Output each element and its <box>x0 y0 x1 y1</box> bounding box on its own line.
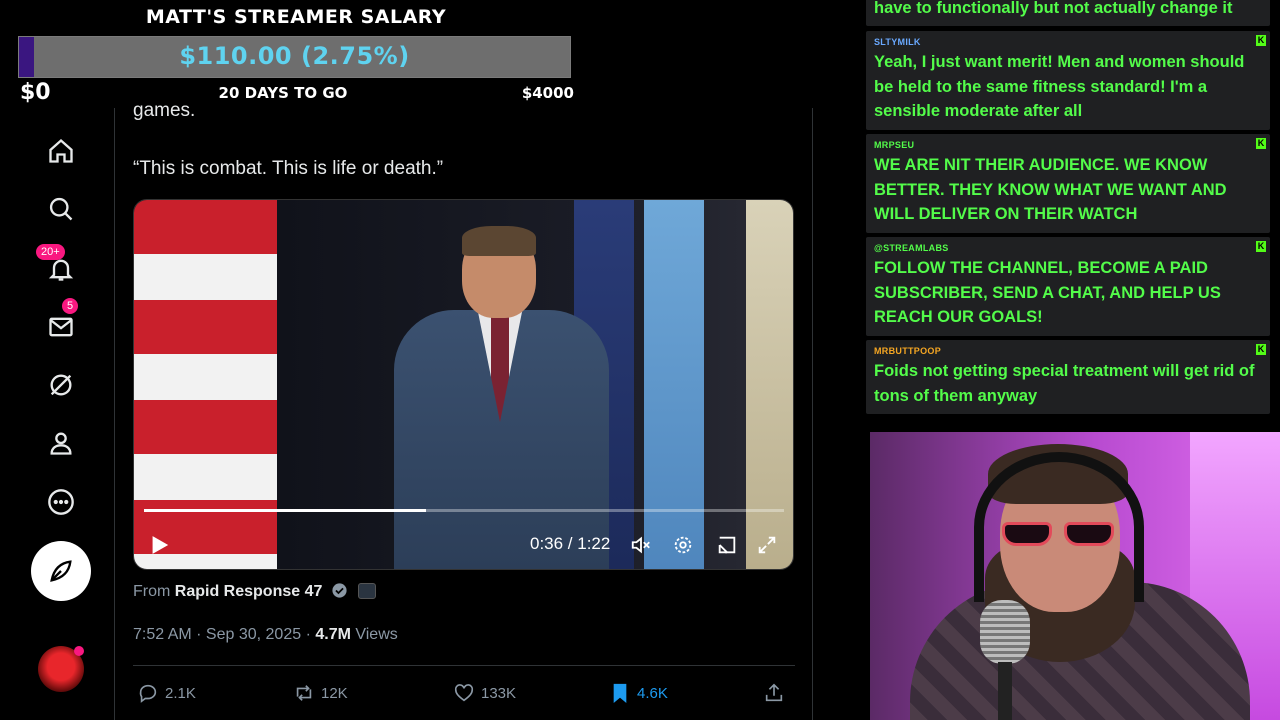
chat-message: SLTYMILK K Yeah, I just want merit! Men … <box>866 31 1270 130</box>
video-controls: 0:36 / 1:22 <box>134 526 793 566</box>
chat-username: MRPSEU <box>874 140 915 150</box>
chat-message-text: FOLLOW THE CHANNEL, BECOME A PAID SUBSCR… <box>874 259 1221 326</box>
bookmark-count: 4.6K <box>637 684 668 702</box>
kick-badge-icon: K <box>1256 344 1266 355</box>
like-button[interactable]: 133K <box>453 682 516 704</box>
x-sidebar-nav: 20+ 5 <box>0 110 114 720</box>
video-player[interactable]: 0:36 / 1:22 <box>133 199 794 570</box>
video-progress-fill <box>144 509 426 512</box>
video-scene-speaker <box>374 226 634 569</box>
chat-message: have to functionally but not actually ch… <box>866 0 1270 26</box>
nav-profile[interactable] <box>40 422 82 464</box>
bookmark-icon <box>613 683 627 704</box>
share-button[interactable] <box>763 682 785 704</box>
video-scene-us-flag <box>134 200 277 569</box>
home-icon <box>49 138 73 163</box>
salary-amount: $110.00 (2.75%) <box>179 42 410 70</box>
play-button[interactable] <box>146 532 172 558</box>
nav-home[interactable] <box>40 130 82 172</box>
profile-icon <box>50 432 72 455</box>
tweet-text-fragment: games. <box>133 100 196 121</box>
microphone <box>980 600 1030 664</box>
gear-icon <box>674 536 692 554</box>
speaker-hair <box>462 226 536 256</box>
kick-badge-icon: K <box>1256 35 1266 46</box>
reply-button[interactable]: 2.1K <box>137 682 196 704</box>
repost-count: 12K <box>321 684 348 702</box>
chat-message-text: have to functionally but not actually ch… <box>874 0 1233 17</box>
chat-message-text: WE ARE NIT THEIR AUDIENCE. WE KNOW BETTE… <box>874 156 1227 223</box>
stream-chat: have to functionally but not actually ch… <box>866 0 1270 418</box>
video-source: From Rapid Response 47 <box>133 582 377 601</box>
grok-icon <box>50 374 72 396</box>
salary-title: MATT'S STREAMER SALARY <box>145 6 447 28</box>
video-progress-track[interactable] <box>144 509 784 512</box>
tweet-detail: games. “This is combat. This is life or … <box>114 100 813 720</box>
mail-icon <box>49 317 73 337</box>
chat-message: MRBUTTPOOP K Foids not getting special t… <box>866 340 1270 414</box>
repost-button[interactable]: 12K <box>293 682 348 704</box>
tweet-actions: 2.1K 12K 133K 4.6K <box>133 682 795 712</box>
nav-grok[interactable] <box>40 364 82 406</box>
kick-badge-icon: K <box>1256 241 1266 252</box>
compose-button[interactable] <box>31 541 91 601</box>
chat-username: MRBUTTPOOP <box>874 346 941 356</box>
kick-badge-icon: K <box>1256 138 1266 149</box>
nav-more[interactable] <box>40 481 82 523</box>
mute-button[interactable] <box>628 532 654 558</box>
notifications-badge: 20+ <box>36 244 65 260</box>
fullscreen-button[interactable] <box>754 532 780 558</box>
account-avatar[interactable] <box>38 646 84 692</box>
reply-count: 2.1K <box>165 684 196 702</box>
video-scene-flag-white <box>746 200 793 569</box>
divider <box>133 665 795 666</box>
messages-badge: 5 <box>62 298 79 314</box>
chat-username: SLTYMILK <box>874 37 921 47</box>
salary-max: $4000 <box>521 84 574 102</box>
source-account-link[interactable]: Rapid Response 47 <box>175 583 323 600</box>
nav-explore[interactable] <box>40 188 82 230</box>
verified-badge-icon <box>332 583 347 598</box>
sunglasses-lens <box>1064 522 1114 546</box>
nav-notifications[interactable]: 20+ <box>36 244 82 290</box>
source-prefix: From <box>133 583 171 600</box>
tweet-quote: “This is combat. This is life or death.” <box>133 158 444 179</box>
video-time: 0:36 / 1:22 <box>530 534 611 553</box>
salary-progress-bar: $110.00 (2.75%) <box>18 36 571 78</box>
sunglasses-lens <box>1002 522 1052 546</box>
play-icon <box>152 536 169 554</box>
compose-icon <box>50 560 72 582</box>
picture-in-picture-icon <box>718 536 736 554</box>
search-icon <box>49 197 73 221</box>
settings-button[interactable] <box>670 532 696 558</box>
chat-message: @STREAMLABS K FOLLOW THE CHANNEL, BECOME… <box>866 237 1270 336</box>
chat-message-text: Foids not getting special treatment will… <box>874 362 1255 405</box>
streamer-webcam <box>870 432 1280 720</box>
share-icon <box>765 683 783 702</box>
fullscreen-icon <box>758 536 776 554</box>
volume-muted-icon <box>631 536 650 554</box>
salary-days-left: 20 DAYS TO GO <box>218 84 348 102</box>
chat-message-text: Yeah, I just want merit! Men and women s… <box>874 53 1245 120</box>
reply-icon <box>139 684 157 703</box>
repost-icon <box>296 685 312 701</box>
heart-icon <box>454 684 474 702</box>
chat-username: @STREAMLABS <box>874 243 949 253</box>
more-icon <box>48 489 74 515</box>
view-count: 4.7M <box>315 626 351 643</box>
views-label: Views <box>350 626 398 643</box>
affiliate-badge-icon <box>358 583 377 599</box>
nav-messages[interactable]: 5 <box>40 298 82 348</box>
bookmark-button[interactable]: 4.6K <box>609 682 668 704</box>
sunglasses <box>1002 522 1117 548</box>
video-scene-flag-blue <box>644 200 704 569</box>
salary-goal-overlay: MATT'S STREAMER SALARY $110.00 (2.75%) $… <box>18 0 574 108</box>
like-count: 133K <box>481 684 517 702</box>
microphone-stand <box>998 662 1012 720</box>
tweet-meta: 7:52 AM · Sep 30, 2025 · 4.7M Views <box>133 626 398 644</box>
pip-button[interactable] <box>714 532 740 558</box>
avatar-notification-dot <box>74 646 84 656</box>
tweet-timestamp[interactable]: 7:52 AM · Sep 30, 2025 · <box>133 626 315 643</box>
chat-message: MRPSEU K WE ARE NIT THEIR AUDIENCE. WE K… <box>866 134 1270 233</box>
